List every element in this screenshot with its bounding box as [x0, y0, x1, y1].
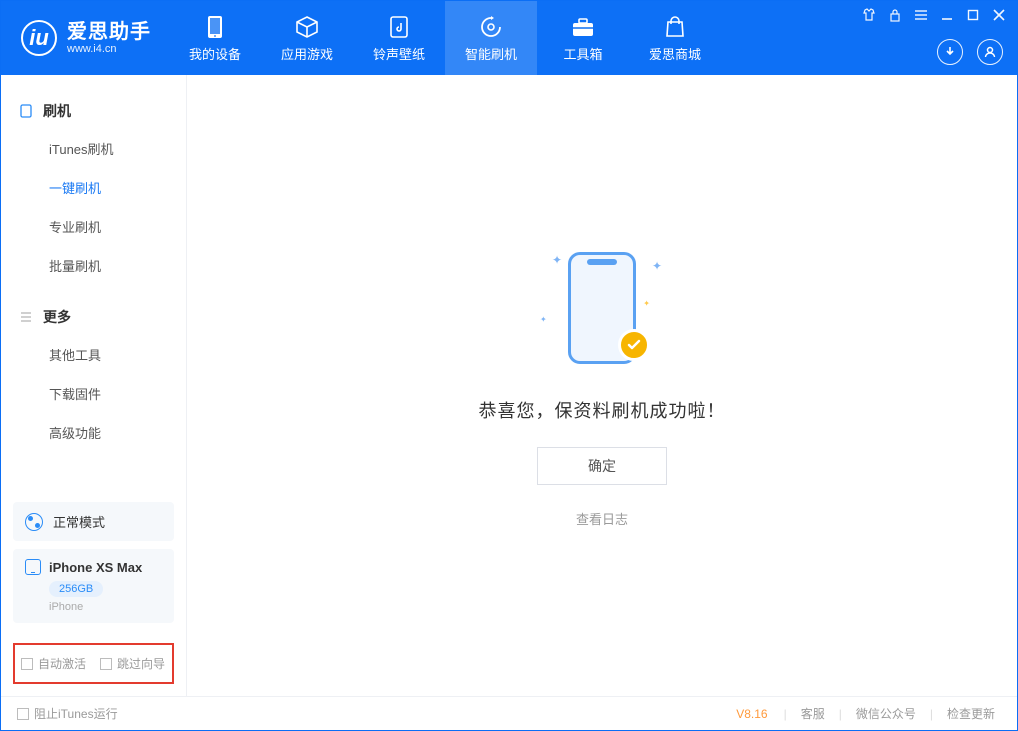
sparkle-icon: ✦ — [552, 253, 562, 267]
checkbox-icon — [21, 658, 33, 670]
version-label: V8.16 — [736, 707, 767, 721]
main-content: ✦ ✦ ✦ ✦ 恭喜您，保资料刷机成功啦！ 确定 查看日志 — [187, 75, 1017, 696]
logo-text: 爱思助手 www.i4.cn — [67, 21, 151, 55]
checkbox-label: 自动激活 — [38, 655, 86, 672]
success-illustration: ✦ ✦ ✦ ✦ — [532, 243, 672, 373]
tab-label: 智能刷机 — [465, 44, 517, 63]
footer: 阻止iTunes运行 V8.16 | 客服 | 微信公众号 | 检查更新 — [1, 696, 1017, 730]
sidebar-item-batch-flash[interactable]: 批量刷机 — [1, 246, 186, 285]
phone-icon — [202, 14, 228, 40]
hamburger-icon — [19, 310, 33, 324]
confirm-button[interactable]: 确定 — [537, 447, 667, 485]
app-url: www.i4.cn — [67, 43, 151, 55]
sidebar: 刷机 iTunes刷机 一键刷机 专业刷机 批量刷机 更多 其他工具 下载固件 … — [1, 75, 187, 696]
logo: iu 爱思助手 www.i4.cn — [1, 1, 169, 75]
app-window: iu 爱思助手 www.i4.cn 我的设备 应用游戏 铃声壁纸 智能刷机 — [0, 0, 1018, 731]
sidebar-item-download-firmware[interactable]: 下载固件 — [1, 374, 186, 413]
tab-label: 铃声壁纸 — [373, 44, 425, 63]
logo-icon: iu — [21, 20, 57, 56]
footer-right: V8.16 | 客服 | 微信公众号 | 检查更新 — [736, 705, 1001, 722]
close-icon[interactable] — [991, 7, 1007, 23]
group-title: 刷机 — [43, 101, 71, 121]
storage-badge: 256GB — [49, 581, 103, 597]
phone-outline-icon — [25, 559, 41, 575]
tab-label: 我的设备 — [189, 44, 241, 63]
sidebar-group-more: 更多 — [1, 299, 186, 335]
success-message: 恭喜您，保资料刷机成功啦！ — [479, 397, 726, 423]
checkbox-icon — [17, 708, 29, 720]
checkbox-icon — [100, 658, 112, 670]
tab-label: 应用游戏 — [281, 44, 333, 63]
window-controls — [861, 7, 1007, 23]
device-card[interactable]: iPhone XS Max 256GB iPhone — [13, 549, 174, 623]
group-title: 更多 — [43, 307, 71, 327]
bag-icon — [662, 14, 688, 40]
minimize-icon[interactable] — [939, 7, 955, 23]
header-actions — [937, 39, 1003, 65]
checkbox-auto-activate[interactable]: 自动激活 — [21, 655, 86, 672]
mode-label: 正常模式 — [53, 512, 105, 531]
device-type: iPhone — [49, 601, 162, 613]
checkbox-label: 跳过向导 — [117, 655, 165, 672]
download-icon[interactable] — [937, 39, 963, 65]
device-name: iPhone XS Max — [49, 560, 142, 575]
lock-icon[interactable] — [887, 7, 903, 23]
tab-label: 工具箱 — [563, 44, 602, 63]
device-outline-icon — [19, 104, 33, 118]
tab-my-device[interactable]: 我的设备 — [169, 1, 261, 75]
body: 刷机 iTunes刷机 一键刷机 专业刷机 批量刷机 更多 其他工具 下载固件 … — [1, 75, 1017, 696]
cube-icon — [294, 14, 320, 40]
options-highlight-box: 自动激活 跳过向导 — [13, 643, 174, 684]
sidebar-item-other-tools[interactable]: 其他工具 — [1, 335, 186, 374]
maximize-icon[interactable] — [965, 7, 981, 23]
sidebar-item-oneclick-flash[interactable]: 一键刷机 — [1, 168, 186, 207]
checkbox-label: 阻止iTunes运行 — [34, 705, 118, 722]
normal-mode-icon — [25, 513, 43, 531]
toolbox-icon — [570, 14, 596, 40]
sidebar-item-itunes-flash[interactable]: iTunes刷机 — [1, 129, 186, 168]
view-log-link[interactable]: 查看日志 — [576, 509, 628, 528]
check-badge-icon — [618, 329, 650, 361]
header: iu 爱思助手 www.i4.cn 我的设备 应用游戏 铃声壁纸 智能刷机 — [1, 1, 1017, 75]
check-update-link[interactable]: 检查更新 — [941, 705, 1001, 722]
top-tabs: 我的设备 应用游戏 铃声壁纸 智能刷机 工具箱 爱思商城 — [169, 1, 721, 75]
app-name: 爱思助手 — [67, 21, 151, 43]
tab-apps[interactable]: 应用游戏 — [261, 1, 353, 75]
support-link[interactable]: 客服 — [795, 705, 831, 722]
sidebar-group-flash: 刷机 — [1, 93, 186, 129]
sidebar-item-advanced[interactable]: 高级功能 — [1, 413, 186, 452]
wechat-link[interactable]: 微信公众号 — [850, 705, 922, 722]
music-file-icon — [386, 14, 412, 40]
shirt-icon[interactable] — [861, 7, 877, 23]
sparkle-icon: ✦ — [652, 259, 662, 273]
mode-status[interactable]: 正常模式 — [13, 502, 174, 541]
tab-label: 爱思商城 — [649, 44, 701, 63]
menu-icon[interactable] — [913, 7, 929, 23]
checkbox-block-itunes[interactable]: 阻止iTunes运行 — [17, 705, 118, 722]
sparkle-icon: ✦ — [540, 315, 547, 324]
user-icon[interactable] — [977, 39, 1003, 65]
sidebar-item-pro-flash[interactable]: 专业刷机 — [1, 207, 186, 246]
tab-toolbox[interactable]: 工具箱 — [537, 1, 629, 75]
sync-icon — [478, 14, 504, 40]
tab-store[interactable]: 爱思商城 — [629, 1, 721, 75]
sparkle-icon: ✦ — [643, 299, 650, 308]
tab-ringtones[interactable]: 铃声壁纸 — [353, 1, 445, 75]
checkbox-skip-guide[interactable]: 跳过向导 — [100, 655, 165, 672]
tab-flash[interactable]: 智能刷机 — [445, 1, 537, 75]
